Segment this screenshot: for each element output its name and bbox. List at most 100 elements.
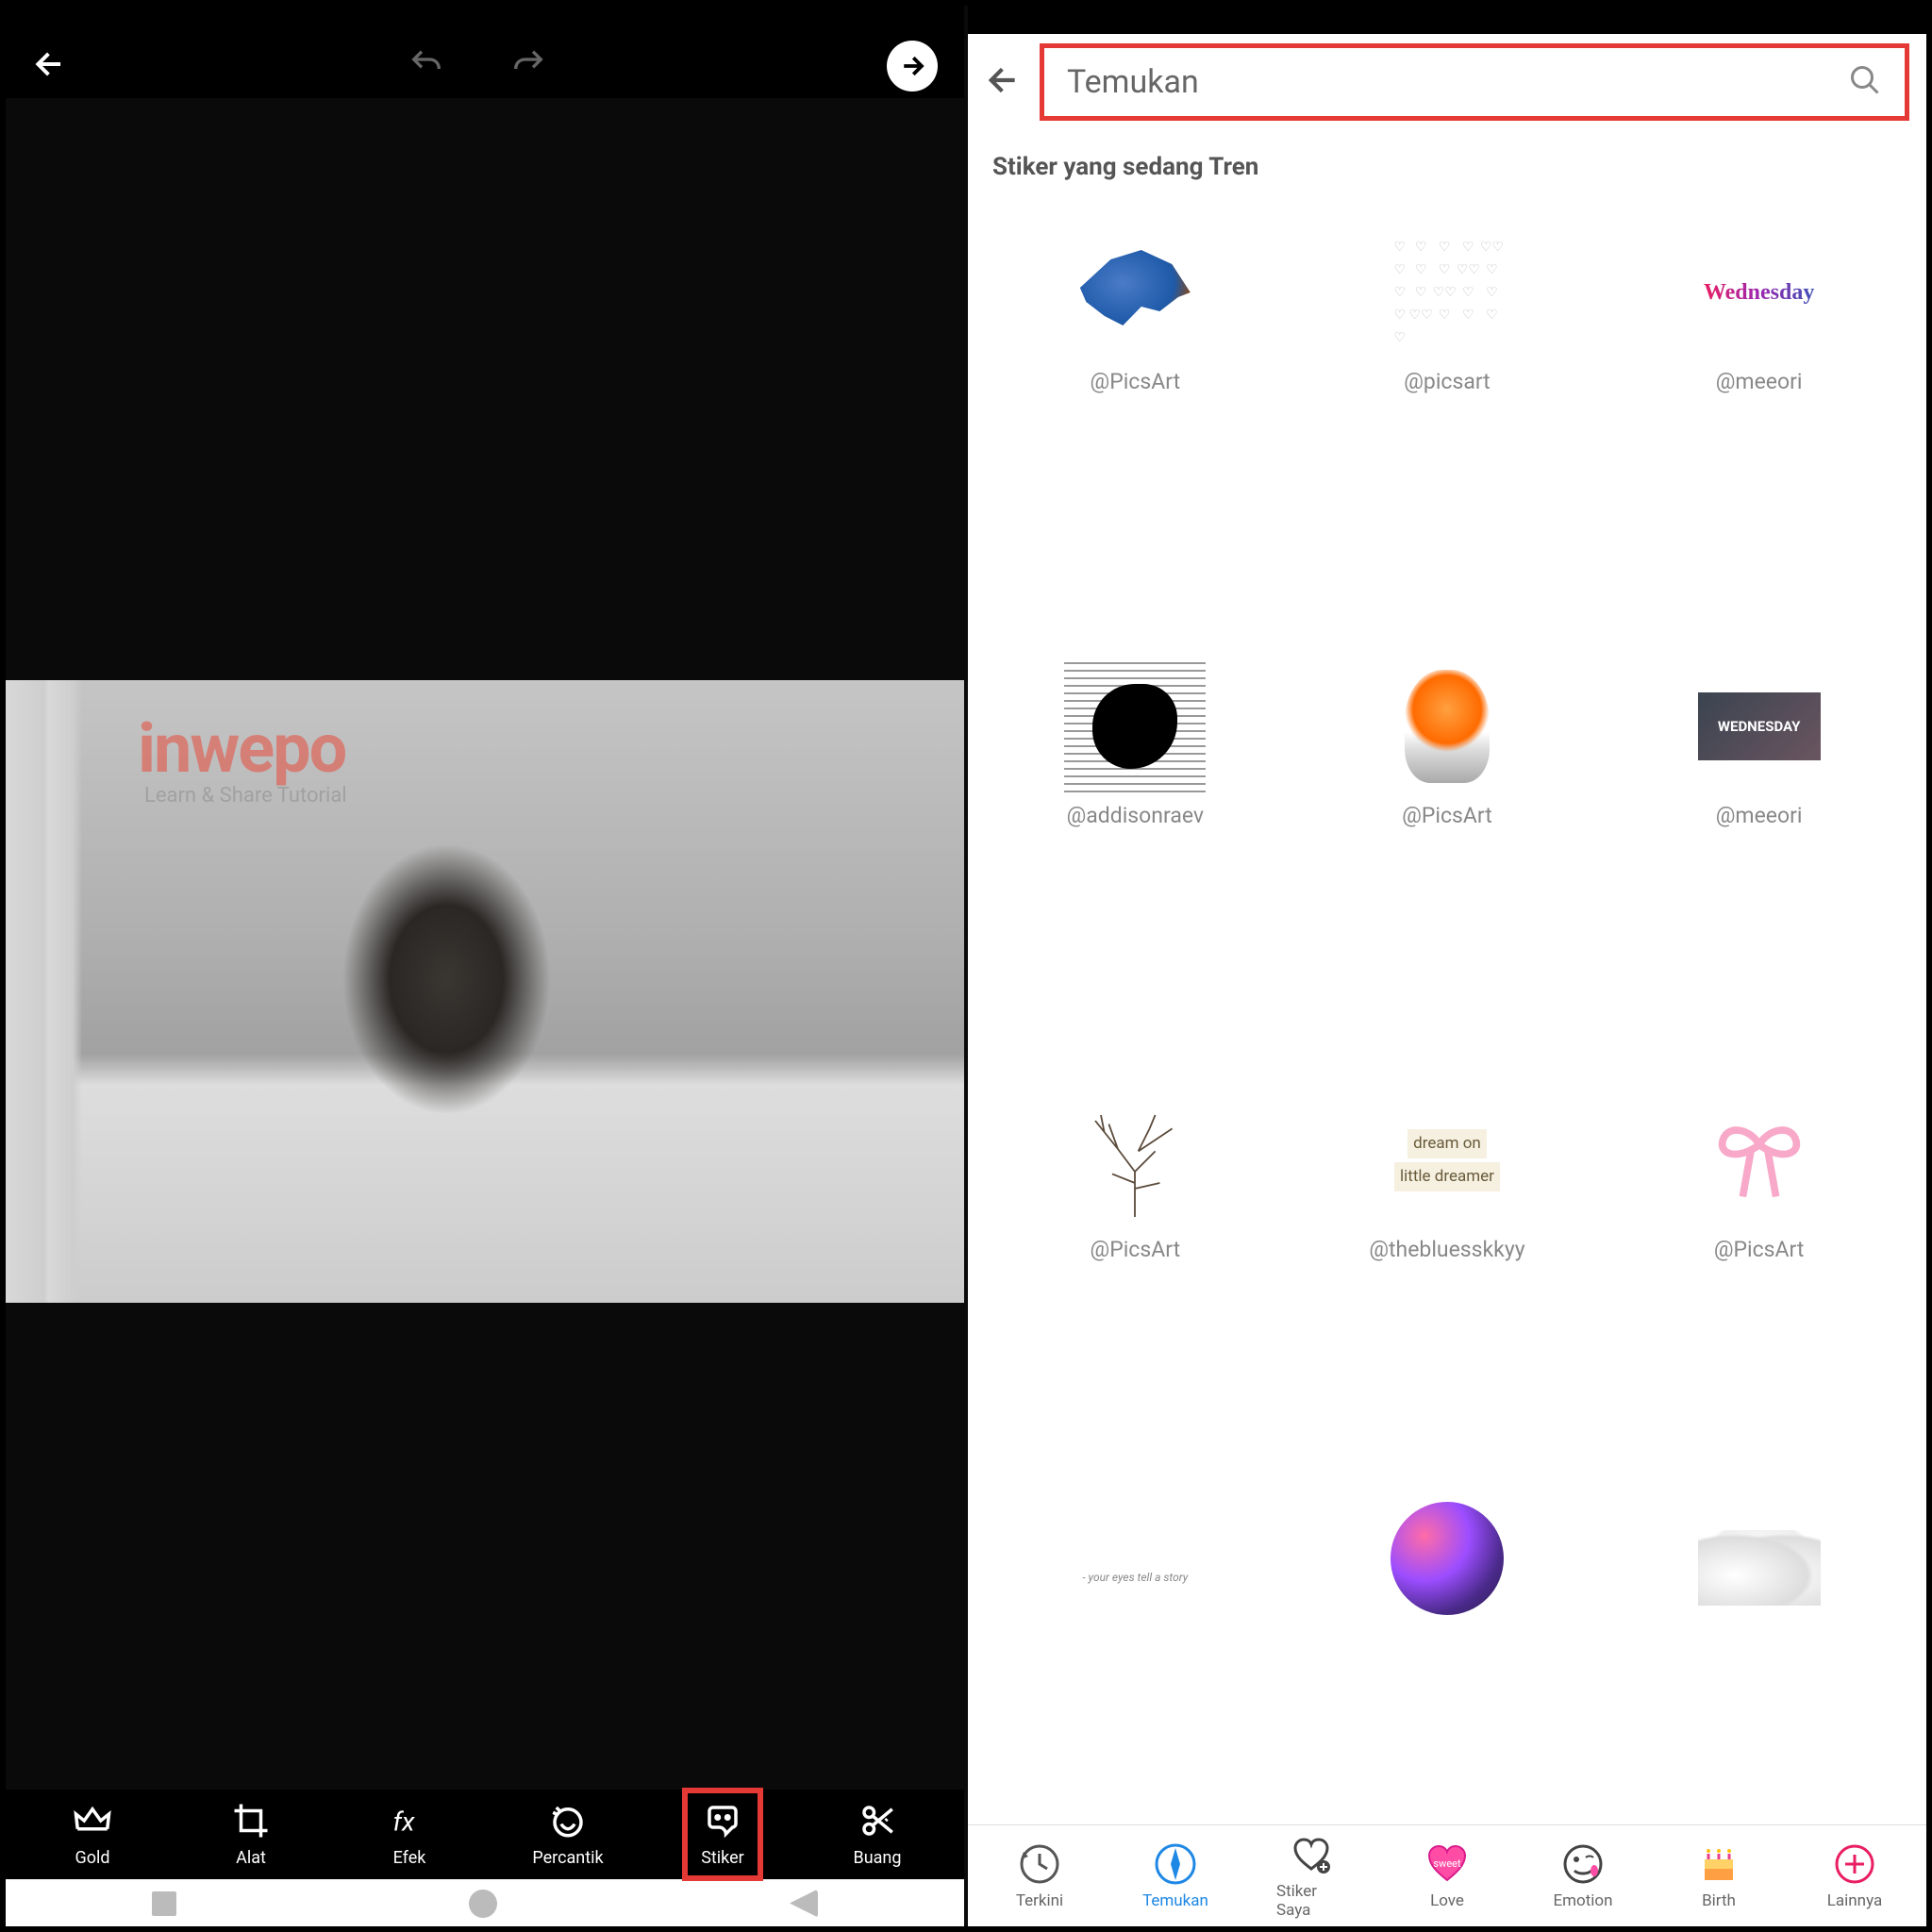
ink-sticker-icon: [1074, 670, 1196, 783]
beautify-icon: [548, 1801, 588, 1840]
sticker-author: @thebluesskkyy: [1369, 1237, 1524, 1262]
sticker-browser-panel: Temukan Stiker yang sedang Tren @PicsArt…: [968, 6, 1926, 1926]
arrow-left-icon: [985, 61, 1023, 99]
watermark-subtitle: Learn & Share Tutorial: [144, 784, 347, 808]
sticker-item[interactable]: @addisonraev: [983, 625, 1288, 828]
sticker-item[interactable]: @PicsArt: [983, 1058, 1288, 1262]
sticker-item[interactable]: ♡♡♡♡♡♡♡♡♡♡♡♡♡♡♡♡♡♡♡♡♡♡♡♡♡ @picsart: [1295, 191, 1600, 394]
watermark-text: inwepo: [138, 708, 345, 789]
tool-buang[interactable]: Buang: [837, 1801, 918, 1868]
bird-sticker-icon: [1074, 245, 1196, 340]
hearts-sticker-icon: ♡♡♡♡♡♡♡♡♡♡♡♡♡♡♡♡♡♡♡♡♡♡♡♡♡: [1391, 236, 1504, 349]
wednesday-card-sticker-icon: WEDNESDAY: [1698, 692, 1821, 760]
sticker-author: @meeori: [1716, 803, 1803, 828]
search-input-container[interactable]: Temukan: [1040, 43, 1909, 121]
photo-preview: inwepo Learn & Share Tutorial: [6, 680, 964, 1303]
tab-temukan[interactable]: Temukan: [1141, 1842, 1210, 1910]
fx-icon: fx: [390, 1801, 429, 1840]
sticker-author: @PicsArt: [1402, 803, 1492, 828]
sticker-icon: [703, 1801, 742, 1840]
redo-button[interactable]: [506, 45, 551, 87]
nav-back[interactable]: [790, 1890, 818, 1918]
tab-terkini[interactable]: Terkini: [1005, 1842, 1074, 1910]
tab-emotion[interactable]: Emotion: [1548, 1842, 1618, 1910]
sticker-item[interactable]: @PicsArt: [983, 191, 1288, 394]
editor-panel: inwepo Learn & Share Tutorial Gold Alat …: [6, 6, 968, 1926]
dream-sticker-icon: dream onlittle dreamer: [1392, 1127, 1502, 1193]
tab-label: Love: [1430, 1891, 1464, 1910]
tool-stiker[interactable]: Stiker: [682, 1788, 763, 1881]
nav-recent[interactable]: [152, 1891, 176, 1916]
tab-label: Lainnya: [1827, 1891, 1882, 1910]
sticker-item[interactable]: @PicsArt: [1607, 1058, 1911, 1262]
tab-label: Birth: [1702, 1891, 1736, 1910]
tool-label: Efek: [393, 1848, 426, 1868]
sticker-author: @PicsArt: [1091, 369, 1181, 394]
undo-redo-group: [404, 45, 551, 87]
quote-sticker-icon: - your eyes tell a story: [1082, 1571, 1188, 1584]
back-button[interactable]: [985, 61, 1023, 103]
tool-percantik[interactable]: Percantik: [527, 1801, 608, 1868]
undo-icon: [404, 45, 449, 83]
cutout-icon: [858, 1801, 897, 1840]
tool-efek[interactable]: fx Efek: [369, 1801, 450, 1868]
tab-lainnya[interactable]: Lainnya: [1820, 1842, 1890, 1910]
search-icon: [1848, 63, 1882, 101]
nav-home[interactable]: [469, 1890, 497, 1918]
tool-label: Stiker: [701, 1848, 744, 1868]
back-button[interactable]: [32, 46, 68, 86]
sticker-author: @PicsArt: [1091, 1237, 1181, 1262]
bow-sticker-icon: [1707, 1118, 1811, 1203]
wednesday-sticker-icon: Wednesday: [1704, 280, 1814, 306]
svg-text:sweet: sweet: [1433, 1857, 1461, 1870]
tab-love[interactable]: sweet Love: [1412, 1842, 1482, 1910]
love-icon: sweet: [1425, 1842, 1469, 1886]
tab-label: Terkini: [1016, 1891, 1063, 1910]
sticker-item[interactable]: Wednesday @meeori: [1607, 191, 1911, 394]
bulb-sticker-icon: [1405, 670, 1490, 783]
cake-icon: [1697, 1842, 1740, 1886]
heart-plus-icon: [1290, 1833, 1333, 1876]
emotion-icon: [1561, 1842, 1605, 1886]
sticker-item[interactable]: - your eyes tell a story: [983, 1492, 1288, 1606]
sticker-author: @PicsArt: [1714, 1237, 1805, 1262]
editor-canvas[interactable]: inwepo Learn & Share Tutorial: [6, 98, 964, 1790]
galaxy-sticker-icon: [1391, 1502, 1504, 1615]
apply-button[interactable]: [887, 41, 938, 92]
arrow-right-icon: [898, 52, 926, 80]
editor-top-bar: [6, 34, 964, 98]
tool-alat[interactable]: Alat: [210, 1801, 291, 1868]
arrow-left-icon: [32, 46, 68, 82]
tab-label: Temukan: [1142, 1891, 1208, 1910]
search-placeholder: Temukan: [1067, 63, 1199, 101]
tool-label: Percantik: [532, 1848, 603, 1868]
undo-button[interactable]: [404, 45, 449, 87]
tab-stiker-saya[interactable]: Stiker Saya: [1276, 1833, 1346, 1920]
android-nav-bar: [6, 1879, 964, 1926]
editor-toolbar: Gold Alat fx Efek Percantik Stiker Buang: [6, 1790, 964, 1879]
crown-icon: [73, 1801, 112, 1840]
crop-icon: [231, 1801, 271, 1840]
cloud-sticker-icon: [1698, 1530, 1821, 1606]
sticker-item[interactable]: dream onlittle dreamer @thebluesskkyy: [1295, 1058, 1600, 1262]
tree-sticker-icon: [1074, 1104, 1196, 1217]
sticker-item[interactable]: [1295, 1492, 1600, 1606]
tab-label: Emotion: [1553, 1891, 1612, 1910]
sticker-item[interactable]: @PicsArt: [1295, 625, 1600, 828]
trending-section-title: Stiker yang sedang Tren: [968, 130, 1926, 191]
sticker-item[interactable]: [1607, 1492, 1911, 1606]
tool-label: Alat: [236, 1848, 266, 1868]
sticker-author: @meeori: [1716, 369, 1803, 394]
status-bar-left: [6, 6, 964, 34]
search-header: Temukan: [968, 34, 1926, 130]
tool-label: Buang: [854, 1848, 902, 1868]
sticker-item[interactable]: WEDNESDAY @meeori: [1607, 625, 1911, 828]
recent-icon: [1018, 1842, 1061, 1886]
tab-label: Stiker Saya: [1276, 1882, 1346, 1920]
sticker-category-tabs: Terkini Temukan Stiker Saya sweet Love Em…: [968, 1824, 1926, 1926]
sticker-grid: @PicsArt ♡♡♡♡♡♡♡♡♡♡♡♡♡♡♡♡♡♡♡♡♡♡♡♡♡ @picsa…: [968, 191, 1926, 1824]
tab-birth[interactable]: Birth: [1684, 1842, 1754, 1910]
tool-gold[interactable]: Gold: [52, 1801, 133, 1868]
tool-label: Gold: [75, 1848, 109, 1868]
sticker-author: @picsart: [1404, 369, 1490, 394]
